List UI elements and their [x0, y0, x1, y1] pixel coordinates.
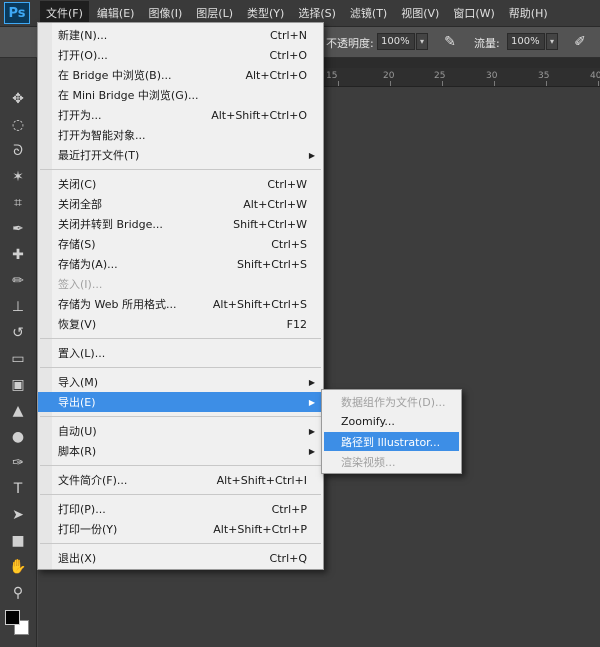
magic-wand-icon[interactable]: ✶ — [4, 166, 32, 188]
opacity-label: 不透明度: — [326, 37, 374, 50]
type-icon[interactable]: T — [4, 478, 32, 500]
foreground-color-swatch[interactable] — [5, 610, 20, 625]
menu-separator — [40, 169, 321, 170]
ruler-number: 30 — [486, 71, 498, 81]
submenu-item-render-video: 渲染视频... — [341, 455, 396, 469]
rectangle-icon[interactable]: ■ — [4, 530, 32, 552]
brush-icon[interactable]: ✏ — [4, 270, 32, 292]
opacity-input[interactable]: 100% — [377, 33, 415, 50]
history-brush-icon[interactable]: ↺ — [4, 322, 32, 344]
menu-view[interactable]: 视图(V) — [395, 1, 445, 25]
menu-item-save-as[interactable]: 存储为(A)... Shift+Ctrl+S — [38, 254, 323, 274]
menu-item-open-smart-object[interactable]: 打开为智能对象... — [38, 125, 323, 145]
flow-input[interactable]: 100% — [507, 33, 545, 50]
menu-item-revert[interactable]: 恢复(V) F12 — [38, 314, 323, 334]
submenu-arrow-icon: ▶ — [308, 397, 315, 407]
tools-panel: ✥ ◌ ᘐ ✶ ⌗ ✒ ✚ ✏ ⊥ ↺ ▭ ▣ ▲ ● ✑ T ➤ ■ ✋ ⚲ — [0, 58, 37, 647]
menu-window[interactable]: 窗口(W) — [447, 1, 500, 25]
lasso-icon[interactable]: ᘐ — [4, 140, 32, 162]
blur-icon[interactable]: ▲ — [4, 400, 32, 422]
eraser-icon[interactable]: ▭ — [4, 348, 32, 370]
submenu-arrow-icon: ▶ — [308, 377, 315, 387]
menu-item-close-all[interactable]: 关闭全部 Alt+Ctrl+W — [38, 194, 323, 214]
menu-item-browse-bridge[interactable]: 在 Bridge 中浏览(B)... Alt+Ctrl+O — [38, 65, 323, 85]
pen-icon[interactable]: ✑ — [4, 452, 32, 474]
gradient-icon[interactable]: ▣ — [4, 374, 32, 396]
submenu-item-zoomify[interactable]: Zoomify... — [324, 412, 459, 431]
menu-separator — [40, 367, 321, 368]
menu-separator — [40, 416, 321, 417]
menu-item-open-as[interactable]: 打开为... Alt+Shift+Ctrl+O — [38, 105, 323, 125]
menu-item-import[interactable]: 导入(M) ▶ — [38, 372, 323, 392]
submenu-arrow-icon: ▶ — [308, 150, 315, 160]
submenu-item-data-sets: 数据组作为文件(D)... — [341, 395, 446, 409]
ruler-number: 25 — [434, 71, 446, 81]
menu-item-exit[interactable]: 退出(X) Ctrl+Q — [38, 548, 323, 568]
file-menu-dropdown: 新建(N)... Ctrl+N 打开(O)... Ctrl+O 在 Bridge 中… — [37, 22, 324, 570]
airbrush-pressure-icon[interactable]: ✎ — [440, 32, 460, 52]
opacity-dropdown-button[interactable]: ▾ — [416, 33, 428, 50]
menu-item-file-info[interactable]: 文件简介(F)... Alt+Shift+Ctrl+I — [38, 470, 323, 490]
zoom-icon[interactable]: ⚲ — [4, 582, 32, 604]
move-icon[interactable]: ✥ — [4, 88, 32, 110]
crop-icon[interactable]: ⌗ — [4, 192, 32, 214]
marquee-icon[interactable]: ◌ — [4, 114, 32, 136]
menu-item-close-go-bridge[interactable]: 关闭并转到 Bridge... Shift+Ctrl+W — [38, 214, 323, 234]
menu-item-close[interactable]: 关闭(C) Ctrl+W — [38, 174, 323, 194]
eyedropper-icon[interactable]: ✒ — [4, 218, 32, 240]
menu-filter[interactable]: 滤镜(T) — [344, 1, 393, 25]
ruler-number: 20 — [383, 71, 395, 81]
menu-separator — [40, 494, 321, 495]
healing-brush-icon[interactable]: ✚ — [4, 244, 32, 266]
flow-dropdown-button[interactable]: ▾ — [546, 33, 558, 50]
menu-separator — [40, 338, 321, 339]
submenu-arrow-icon: ▶ — [308, 426, 315, 436]
menu-item-automate[interactable]: 自动(U) ▶ — [38, 421, 323, 441]
menu-item-save-for-web[interactable]: 存储为 Web 所用格式... Alt+Shift+Ctrl+S — [38, 294, 323, 314]
menu-item-new[interactable]: 新建(N)... Ctrl+N — [38, 25, 323, 45]
ruler-number: 40 — [590, 71, 600, 81]
path-selection-icon[interactable]: ➤ — [4, 504, 32, 526]
flow-label: 流量: — [474, 37, 500, 50]
menu-item-export[interactable]: 导出(E) ▶ — [38, 392, 323, 412]
tablet-pressure-icon[interactable]: ✐ — [570, 32, 590, 52]
ruler-number: 35 — [538, 71, 550, 81]
submenu-item-paths-to-illustrator[interactable]: 路径到 Illustrator... — [324, 432, 459, 451]
menu-item-check-in: 签入(I)... — [58, 278, 103, 291]
menu-item-save[interactable]: 存储(S) Ctrl+S — [38, 234, 323, 254]
menu-separator — [40, 465, 321, 466]
menu-item-place[interactable]: 置入(L)... — [38, 343, 323, 363]
clone-stamp-icon[interactable]: ⊥ — [4, 296, 32, 318]
menu-item-scripts[interactable]: 脚本(R) ▶ — [38, 441, 323, 461]
menu-separator — [40, 543, 321, 544]
menu-item-browse-mini-bridge[interactable]: 在 Mini Bridge 中浏览(G)... — [38, 85, 323, 105]
menu-item-print[interactable]: 打印(P)... Ctrl+P — [38, 499, 323, 519]
export-submenu: 数据组作为文件(D)... Zoomify... 路径到 Illustrator… — [321, 389, 462, 474]
submenu-arrow-icon: ▶ — [308, 446, 315, 456]
menu-item-open[interactable]: 打开(O)... Ctrl+O — [38, 45, 323, 65]
menu-item-print-one-copy[interactable]: 打印一份(Y) Alt+Shift+Ctrl+P — [38, 519, 323, 539]
dodge-icon[interactable]: ● — [4, 426, 32, 448]
ruler-number: 15 — [326, 71, 338, 81]
photoshop-logo: Ps — [4, 2, 30, 24]
hand-icon[interactable]: ✋ — [4, 556, 32, 578]
menu-item-recent-files[interactable]: 最近打开文件(T) ▶ — [38, 145, 323, 165]
menu-help[interactable]: 帮助(H) — [503, 1, 554, 25]
